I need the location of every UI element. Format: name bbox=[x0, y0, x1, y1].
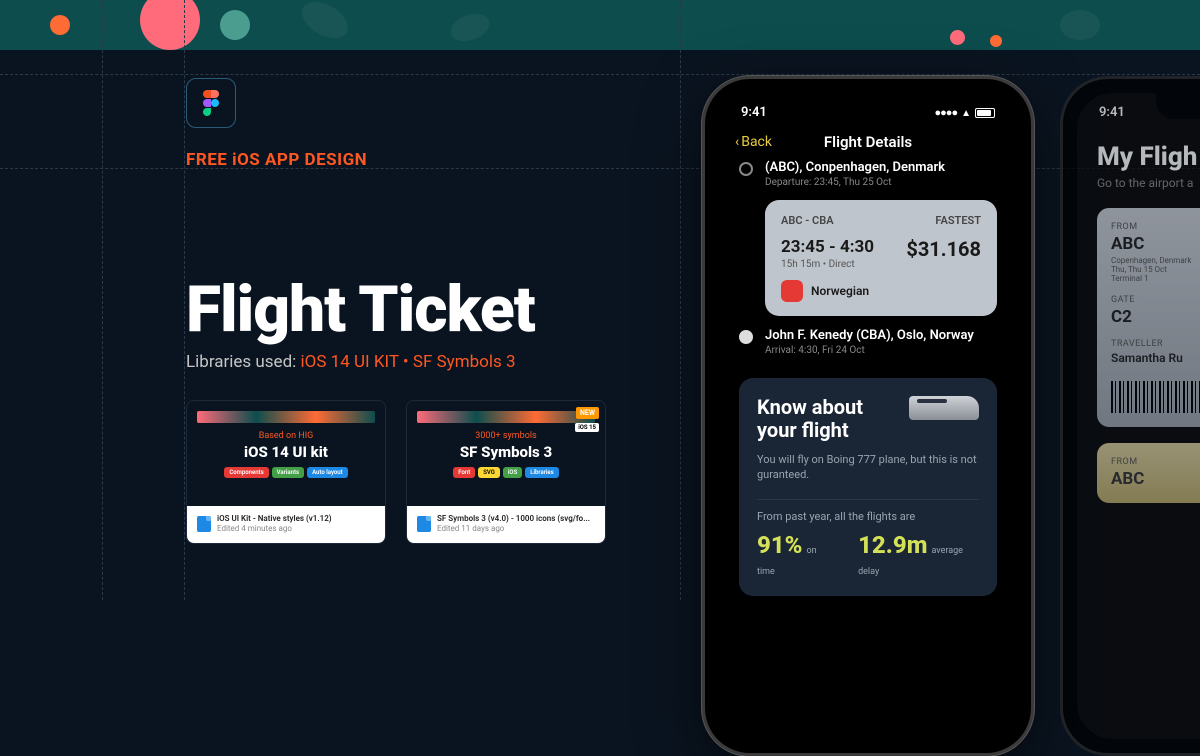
library-card-ios-kit[interactable]: Based on HIG iOS 14 UI kit Components Va… bbox=[186, 400, 386, 544]
status-time: 9:41 bbox=[741, 105, 767, 120]
signal-icon: ●●●● bbox=[935, 106, 958, 119]
file-edited: Edited 11 days ago bbox=[437, 524, 590, 534]
wifi-icon bbox=[961, 105, 971, 120]
stat-delay: 12.9m bbox=[858, 531, 927, 559]
status-time: 9:41 bbox=[1099, 105, 1125, 120]
figma-logo bbox=[186, 78, 236, 128]
battery-icon bbox=[975, 108, 995, 118]
departure-location: (ABC), Conpenhagen, Denmark bbox=[765, 160, 945, 175]
tagline: FREE iOS APP DESIGN bbox=[186, 150, 367, 170]
stat-ontime: 91% bbox=[757, 531, 802, 559]
ticket-from: ABC bbox=[1111, 234, 1200, 254]
know-subtitle: You will fly on Boing 777 plane, but thi… bbox=[757, 452, 979, 483]
library-card-sf-symbols[interactable]: NEW iOS 15 3000+ symbols SF Symbols 3 Fo… bbox=[406, 400, 606, 544]
arrival-time: Arrival: 4:30, Fri 24 Oct bbox=[765, 345, 974, 356]
timeline-dot-icon bbox=[739, 330, 753, 344]
screen-title: My Fligh bbox=[1077, 120, 1200, 176]
know-about-card: Know about your flight You will fly on B… bbox=[739, 378, 997, 596]
hero-subtitle: Libraries used: iOS 14 UI KIT • SF Symbo… bbox=[186, 352, 516, 372]
flight-card[interactable]: ABC - CBA FASTEST 23:45 - 4:30 15h 15m •… bbox=[765, 200, 997, 316]
guide-line bbox=[184, 0, 185, 600]
library-cards: Based on HIG iOS 14 UI kit Components Va… bbox=[186, 400, 606, 544]
ticket-gate: C2 bbox=[1111, 307, 1200, 327]
boarding-pass[interactable]: FROM ABC bbox=[1097, 443, 1200, 503]
ticket-traveller: Samantha Ru bbox=[1111, 351, 1200, 365]
file-name: iOS UI Kit - Native styles (v1.12) bbox=[217, 514, 332, 524]
guide-line bbox=[680, 0, 681, 600]
airline-name: Norwegian bbox=[811, 284, 869, 298]
guide-line bbox=[102, 0, 103, 600]
file-icon bbox=[197, 516, 211, 532]
decorative-banner bbox=[0, 0, 1200, 50]
flight-duration: 15h 15m • Direct bbox=[781, 259, 874, 270]
back-button[interactable]: ‹ Back bbox=[735, 134, 772, 150]
airline-logo-icon bbox=[781, 280, 803, 302]
phone-mockup-my-flights: 9:41 My Fligh Go to the airport a FROM A… bbox=[1060, 76, 1200, 756]
file-edited: Edited 4 minutes ago bbox=[217, 524, 332, 534]
file-name: SF Symbols 3 (v4.0) - 1000 icons (svg/fo… bbox=[437, 514, 590, 524]
flight-badge: FASTEST bbox=[935, 214, 981, 227]
ios15-badge: iOS 15 bbox=[575, 423, 599, 432]
hero-title: Flight Ticket bbox=[186, 272, 535, 347]
stats-label: From past year, all the flights are bbox=[757, 510, 979, 523]
screen-subtitle: Go to the airport a bbox=[1077, 176, 1200, 190]
chevron-left-icon: ‹ bbox=[735, 134, 739, 150]
timeline-dot-icon bbox=[739, 162, 753, 176]
arrival-location: John F. Kenedy (CBA), Oslo, Norway bbox=[765, 328, 974, 343]
plane-icon bbox=[909, 396, 979, 420]
flight-time: 23:45 - 4:30 bbox=[781, 237, 874, 257]
boarding-pass[interactable]: FROM ABC Copenhagen, Denmark Thu, Thu 15… bbox=[1097, 208, 1200, 427]
ticket-from: ABC bbox=[1111, 469, 1200, 489]
barcode-icon bbox=[1111, 381, 1200, 413]
file-icon bbox=[417, 516, 431, 532]
phone-mockup-flight-details: 9:41 ●●●● ‹ Back Flight Details (ABC), C… bbox=[702, 76, 1034, 756]
screen-title: Flight Details bbox=[824, 133, 912, 151]
guide-line bbox=[0, 74, 1200, 75]
flight-price: $31.168 bbox=[906, 237, 981, 261]
departure-time: Departure: 23:45, Thu 25 Oct bbox=[765, 177, 945, 188]
know-title: Know about your flight bbox=[757, 396, 901, 442]
flight-route: ABC - CBA bbox=[781, 214, 834, 227]
new-badge: NEW bbox=[576, 407, 599, 419]
